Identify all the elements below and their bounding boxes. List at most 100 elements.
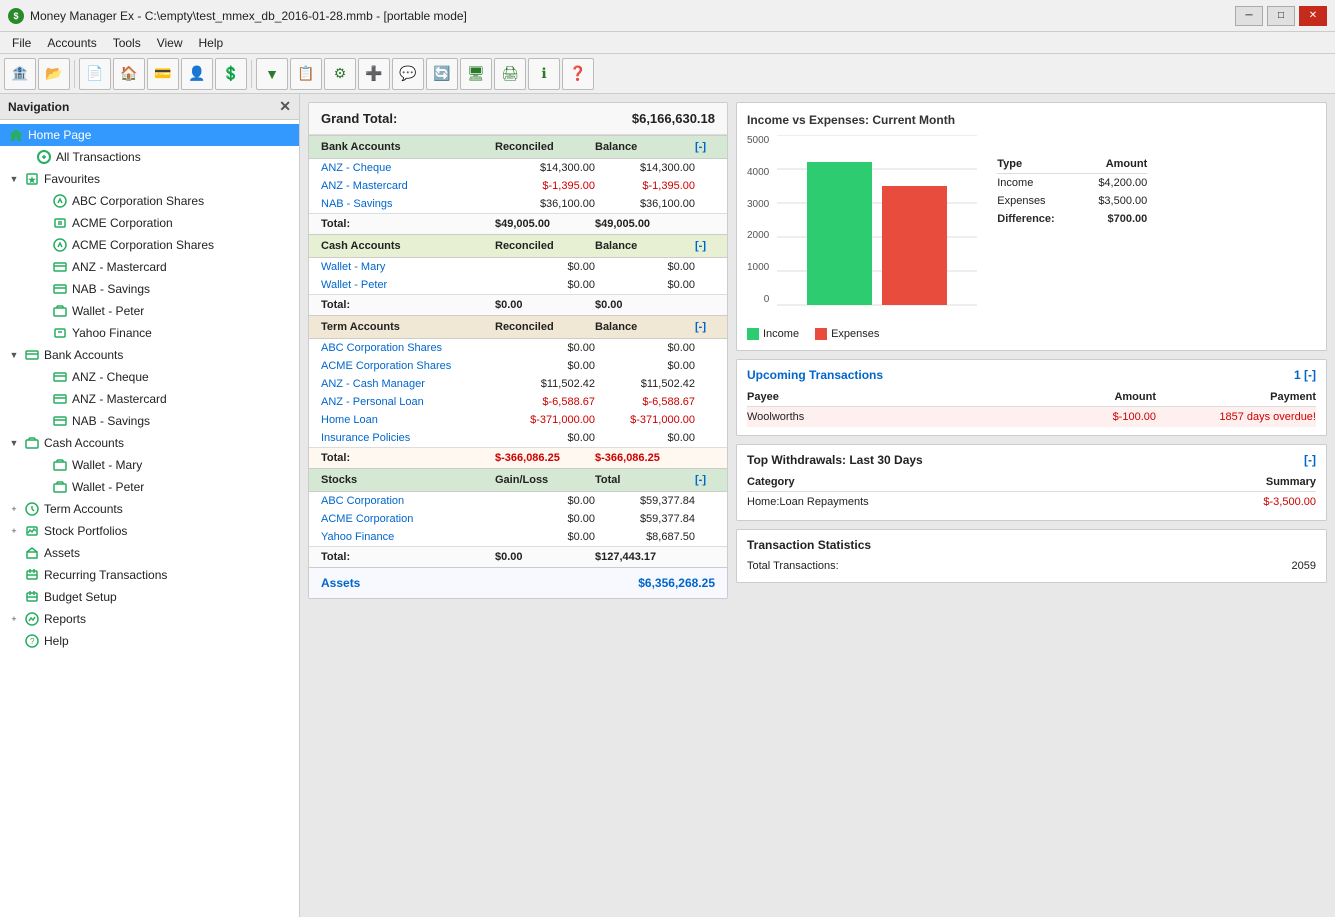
sidebar-item-wallet-peter2[interactable]: Wallet - Peter — [0, 476, 299, 498]
anz-cheque-link[interactable]: ANZ - Cheque — [321, 162, 391, 174]
cash-accounts-title: Cash Accounts — [321, 240, 495, 252]
toolbar-new-btn[interactable]: 📄 — [79, 58, 111, 90]
menu-view[interactable]: View — [149, 34, 191, 52]
sidebar-item-yahoo[interactable]: Yahoo Finance — [0, 322, 299, 344]
sidebar-item-abc-shares[interactable]: ABC Corporation Shares — [0, 190, 299, 212]
sidebar-item-acme-shares[interactable]: ACME Corporation Shares — [0, 234, 299, 256]
bank-expand-btn[interactable]: ▼ — [8, 349, 20, 361]
abc-corp-shares-link[interactable]: ABC Corporation Shares — [321, 342, 442, 354]
expand-empty5 — [36, 261, 48, 273]
anz-mc-reconciled: $-1,395.00 — [495, 180, 595, 192]
sidebar-item-help[interactable]: ? Help — [0, 630, 299, 652]
toolbar-print-btn[interactable]: 📋 — [290, 58, 322, 90]
anz-cash-mgr-link[interactable]: ANZ - Cash Manager — [321, 378, 425, 390]
sidebar-item-recurring[interactable]: Recurring Transactions — [0, 564, 299, 586]
toolbar-homepage-btn[interactable]: 🏠 — [113, 58, 145, 90]
toolbar-open-btn[interactable]: 📂 — [38, 58, 70, 90]
acme-corp-link[interactable]: ACME Corporation — [321, 513, 413, 525]
table-row: ANZ - Personal Loan $-6,588.67 $-6,588.6… — [309, 393, 727, 411]
toolbar-info-btn[interactable]: ℹ — [528, 58, 560, 90]
maximize-button[interactable]: □ — [1267, 6, 1295, 26]
menu-accounts[interactable]: Accounts — [39, 34, 104, 52]
upcoming-count[interactable]: 1 [-] — [1294, 368, 1316, 382]
menu-tools[interactable]: Tools — [105, 34, 149, 52]
income-legend-dot — [747, 328, 759, 340]
term-expand-btn[interactable]: + — [8, 503, 20, 515]
insurance-link[interactable]: Insurance Policies — [321, 432, 410, 444]
abc-corp-gainloss: $0.00 — [495, 495, 595, 507]
nab-savings-link[interactable]: NAB - Savings — [321, 198, 393, 210]
window-controls[interactable]: ─ □ ✕ — [1235, 6, 1327, 26]
anz-mc-link[interactable]: ANZ - Mastercard — [321, 180, 408, 192]
withdrawals-collapse[interactable]: [-] — [1304, 453, 1316, 467]
sidebar-item-budget[interactable]: Budget Setup — [0, 586, 299, 608]
toolbar-home-btn[interactable]: 🏦 — [4, 58, 36, 90]
sidebar-item-cash-accounts[interactable]: ▼ Cash Accounts — [0, 432, 299, 454]
sidebar-item-anz-mc2[interactable]: ANZ - Mastercard — [0, 388, 299, 410]
toolbar-add-btn[interactable]: ➕ — [358, 58, 390, 90]
anz-personal-loan-link[interactable]: ANZ - Personal Loan — [321, 396, 424, 408]
toolbar-msg-btn[interactable]: 💬 — [392, 58, 424, 90]
stocks-collapse-btn[interactable]: [-] — [695, 474, 715, 486]
reports-expand-btn[interactable]: + — [8, 613, 20, 625]
toolbar-help-btn[interactable]: ❓ — [562, 58, 594, 90]
sidebar-item-favourites[interactable]: ▼ Favourites — [0, 168, 299, 190]
sidebar-item-term-accounts[interactable]: + Term Accounts — [0, 498, 299, 520]
sidebar-item-stock-portfolios[interactable]: + Stock Portfolios — [0, 520, 299, 542]
minimize-button[interactable]: ─ — [1235, 6, 1263, 26]
cash-expand-btn[interactable]: ▼ — [8, 437, 20, 449]
sidebar-item-anz-mc[interactable]: ANZ - Mastercard — [0, 256, 299, 278]
abc-corp-link[interactable]: ABC Corporation — [321, 495, 404, 507]
favourites-expand-btn[interactable]: ▼ — [8, 173, 20, 185]
home-loan-link[interactable]: Home Loan — [321, 414, 378, 426]
acme-corp-shares-link[interactable]: ACME Corporation Shares — [321, 360, 451, 372]
sidebar-item-wallet-peter[interactable]: Wallet - Peter — [0, 300, 299, 322]
withdrawals-title-row: Top Withdrawals: Last 30 Days [-] — [747, 453, 1316, 467]
table-row: ANZ - Cheque $14,300.00 $14,300.00 — [309, 159, 727, 177]
nav-close-btn[interactable]: ✕ — [279, 98, 291, 115]
toolbar-accounts-btn[interactable]: 💳 — [147, 58, 179, 90]
sidebar-item-all-transactions[interactable]: All Transactions — [0, 146, 299, 168]
sidebar-item-nab-sav[interactable]: NAB - Savings — [0, 278, 299, 300]
cash-collapse-btn[interactable]: [-] — [695, 240, 715, 252]
sidebar-item-anz-cheque[interactable]: ANZ - Cheque — [0, 366, 299, 388]
toolbar-refresh-btn[interactable]: 🔄 — [426, 58, 458, 90]
menu-help[interactable]: Help — [191, 34, 232, 52]
sidebar-item-acme-corp[interactable]: ACME Corporation — [0, 212, 299, 234]
sidebar-item-nab-sav2[interactable]: NAB - Savings — [0, 410, 299, 432]
term-reconciled-col: Reconciled — [495, 321, 595, 333]
menu-file[interactable]: File — [4, 34, 39, 52]
bank-collapse-btn[interactable]: [-] — [695, 141, 715, 153]
chart-type-col: Type — [997, 158, 1022, 170]
toolbar-print2-btn[interactable]: 🖨 — [494, 58, 526, 90]
toolbar-settings-btn[interactable]: ⚙ — [324, 58, 356, 90]
sidebar-item-home[interactable]: Home Page — [0, 124, 299, 146]
wallet-peter-balance: $0.00 — [595, 279, 695, 291]
toolbar-payees-btn[interactable]: 👤 — [181, 58, 213, 90]
toolbar-filter-btn[interactable]: ▼ — [256, 58, 288, 90]
yahoo-finance-link[interactable]: Yahoo Finance — [321, 531, 394, 543]
sidebar-item-reports[interactable]: + Reports — [0, 608, 299, 630]
sidebar-item-wallet-mary[interactable]: Wallet - Mary — [0, 454, 299, 476]
toolbar-monitor-btn[interactable]: 🖥 — [460, 58, 492, 90]
assets-label[interactable]: Assets — [321, 576, 360, 590]
wallet-mary-icon — [52, 457, 68, 473]
chart-expenses-label: Expenses — [997, 195, 1045, 207]
sidebar-item-bank-accounts[interactable]: ▼ Bank Accounts — [0, 344, 299, 366]
stocks-expand-btn[interactable]: + — [8, 525, 20, 537]
title-bar-left: $ Money Manager Ex - C:\empty\test_mmex_… — [8, 8, 467, 24]
close-button[interactable]: ✕ — [1299, 6, 1327, 26]
wallet-mary-link[interactable]: Wallet - Mary — [321, 261, 385, 273]
chart-title: Income vs Expenses: Current Month — [747, 113, 1316, 127]
bank-balance-col: Balance — [595, 141, 695, 153]
help-icon: ? — [24, 633, 40, 649]
term-collapse-btn[interactable]: [-] — [695, 321, 715, 333]
stocks-gainloss-col: Gain/Loss — [495, 474, 595, 486]
sidebar-item-assets[interactable]: Assets — [0, 542, 299, 564]
chart-expenses-row: Expenses $3,500.00 — [997, 192, 1147, 210]
withdrawals-summary-home: $-3,500.00 — [1216, 496, 1316, 508]
reports-icon — [24, 611, 40, 627]
wallet-peter-link[interactable]: Wallet - Peter — [321, 279, 387, 291]
toolbar-currency-btn[interactable]: 💲 — [215, 58, 247, 90]
menu-bar: File Accounts Tools View Help — [0, 32, 1335, 54]
